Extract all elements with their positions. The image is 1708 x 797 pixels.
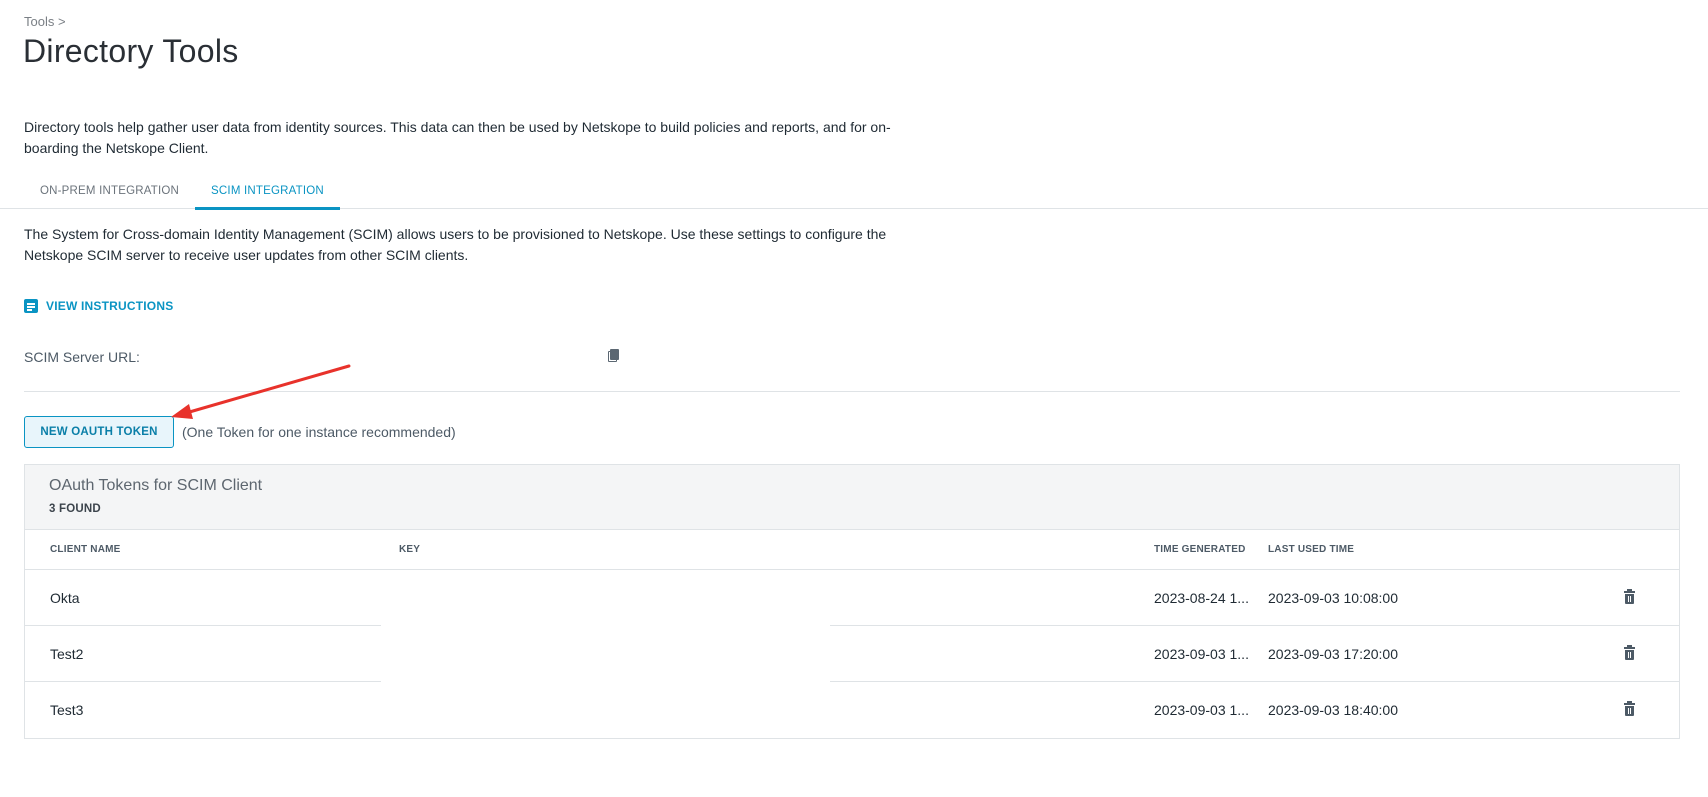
- column-header-client-name[interactable]: CLIENT NAME: [50, 544, 121, 555]
- cell-last-used-time: 2023-09-03 18:40:00: [1268, 702, 1398, 718]
- scim-server-url-label: SCIM Server URL:: [24, 349, 140, 365]
- cell-last-used-time: 2023-09-03 10:08:00: [1268, 590, 1398, 606]
- section-divider: [24, 391, 1680, 392]
- tab-on-prem-integration[interactable]: ON-PREM INTEGRATION: [40, 185, 179, 209]
- result-count: 3 FOUND: [49, 503, 101, 515]
- column-header-time-generated[interactable]: TIME GENERATED: [1154, 544, 1246, 555]
- cell-client-name: Test3: [50, 702, 84, 718]
- cell-client-name: Test2: [50, 646, 84, 662]
- oauth-tokens-table: OAuth Tokens for SCIM Client 3 FOUND CLI…: [24, 464, 1680, 739]
- table-row[interactable]: Test2 2023-09-03 1... 2023-09-03 17:20:0…: [25, 626, 1679, 682]
- table-column-headers: CLIENT NAME KEY TIME GENERATED LAST USED…: [25, 530, 1679, 570]
- view-instructions-link[interactable]: VIEW INSTRUCTIONS: [24, 299, 173, 313]
- tab-scim-integration[interactable]: SCIM INTEGRATION: [195, 185, 340, 210]
- delete-icon[interactable]: [1624, 701, 1635, 716]
- breadcrumb[interactable]: Tools >: [24, 14, 66, 29]
- cell-time-generated: 2023-09-03 1...: [1154, 702, 1249, 718]
- view-instructions-label: VIEW INSTRUCTIONS: [46, 299, 174, 313]
- cell-last-used-time: 2023-09-03 17:20:00: [1268, 646, 1398, 662]
- delete-icon[interactable]: [1624, 645, 1635, 660]
- delete-icon[interactable]: [1624, 589, 1635, 604]
- column-header-key[interactable]: KEY: [399, 544, 420, 555]
- scim-description: The System for Cross-domain Identity Man…: [24, 226, 887, 263]
- column-header-last-used-time[interactable]: LAST USED TIME: [1268, 544, 1354, 555]
- document-icon: [24, 299, 38, 313]
- copy-icon[interactable]: [608, 349, 619, 362]
- tab-bar: ON-PREM INTEGRATION SCIM INTEGRATION: [0, 177, 1708, 210]
- token-note: (One Token for one instance recommended): [182, 424, 456, 440]
- intro-text: Directory tools help gather user data fr…: [24, 119, 891, 156]
- cell-time-generated: 2023-08-24 1...: [1154, 590, 1249, 606]
- cell-time-generated: 2023-09-03 1...: [1154, 646, 1249, 662]
- table-row[interactable]: Test3 2023-09-03 1... 2023-09-03 18:40:0…: [25, 682, 1679, 738]
- cell-client-name: Okta: [50, 590, 80, 606]
- table-row[interactable]: Okta 2023-08-24 1... 2023-09-03 10:08:00: [25, 570, 1679, 626]
- page-title: Directory Tools: [23, 33, 239, 69]
- table-header-panel: OAuth Tokens for SCIM Client 3 FOUND: [25, 465, 1679, 530]
- new-oauth-token-button[interactable]: NEW OAUTH TOKEN: [24, 416, 174, 448]
- table-title: OAuth Tokens for SCIM Client: [49, 477, 263, 494]
